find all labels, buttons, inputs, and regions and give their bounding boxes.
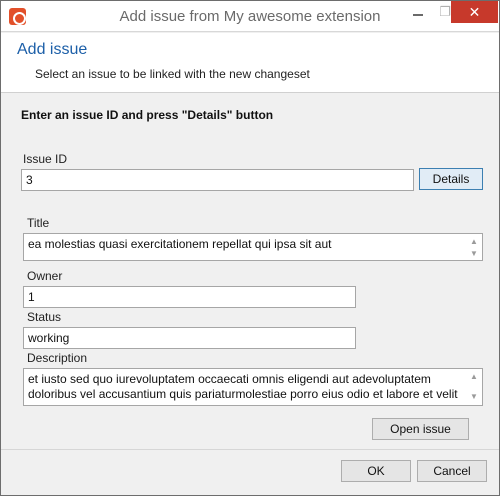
title-value: ea molestias quasi exercitationem repell… bbox=[28, 237, 332, 251]
description-value: et iusto sed quo iurevoluptatem occaecat… bbox=[28, 372, 458, 405]
description-field[interactable]: et iusto sed quo iurevoluptatem occaecat… bbox=[23, 368, 483, 406]
close-button[interactable]: ✕ bbox=[451, 1, 498, 23]
title-bar[interactable]: Add issue from My awesome extension ❐ ✕ bbox=[1, 1, 499, 32]
issue-id-input[interactable]: 3 bbox=[21, 169, 414, 191]
issue-id-label: Issue ID bbox=[23, 152, 68, 166]
dialog-window: Add issue from My awesome extension ❐ ✕ … bbox=[0, 0, 500, 496]
status-field[interactable]: working bbox=[23, 327, 356, 349]
instruction-text: Enter an issue ID and press "Details" bu… bbox=[21, 108, 274, 122]
open-issue-button[interactable]: Open issue bbox=[372, 418, 469, 440]
title-field[interactable]: ea molestias quasi exercitationem repell… bbox=[23, 233, 483, 261]
minimize-button[interactable] bbox=[404, 1, 432, 23]
owner-field[interactable]: 1 bbox=[23, 286, 356, 308]
status-label: Status bbox=[27, 310, 62, 324]
scroll-down-icon[interactable]: ▼ bbox=[469, 392, 479, 402]
ok-button[interactable]: OK bbox=[341, 460, 411, 482]
description-label: Description bbox=[27, 351, 88, 365]
cancel-button[interactable]: Cancel bbox=[417, 460, 487, 482]
owner-label: Owner bbox=[27, 269, 63, 283]
scroll-up-icon[interactable]: ▲ bbox=[469, 237, 479, 247]
scroll-up-icon[interactable]: ▲ bbox=[469, 372, 479, 382]
details-button[interactable]: Details bbox=[419, 168, 483, 190]
dialog-header: Add issue Select an issue to be linked w… bbox=[1, 33, 499, 93]
title-label: Title bbox=[27, 216, 50, 230]
header-title: Add issue bbox=[17, 41, 88, 58]
header-subtitle: Select an issue to be linked with the ne… bbox=[35, 67, 310, 81]
scroll-down-icon[interactable]: ▼ bbox=[469, 249, 479, 259]
